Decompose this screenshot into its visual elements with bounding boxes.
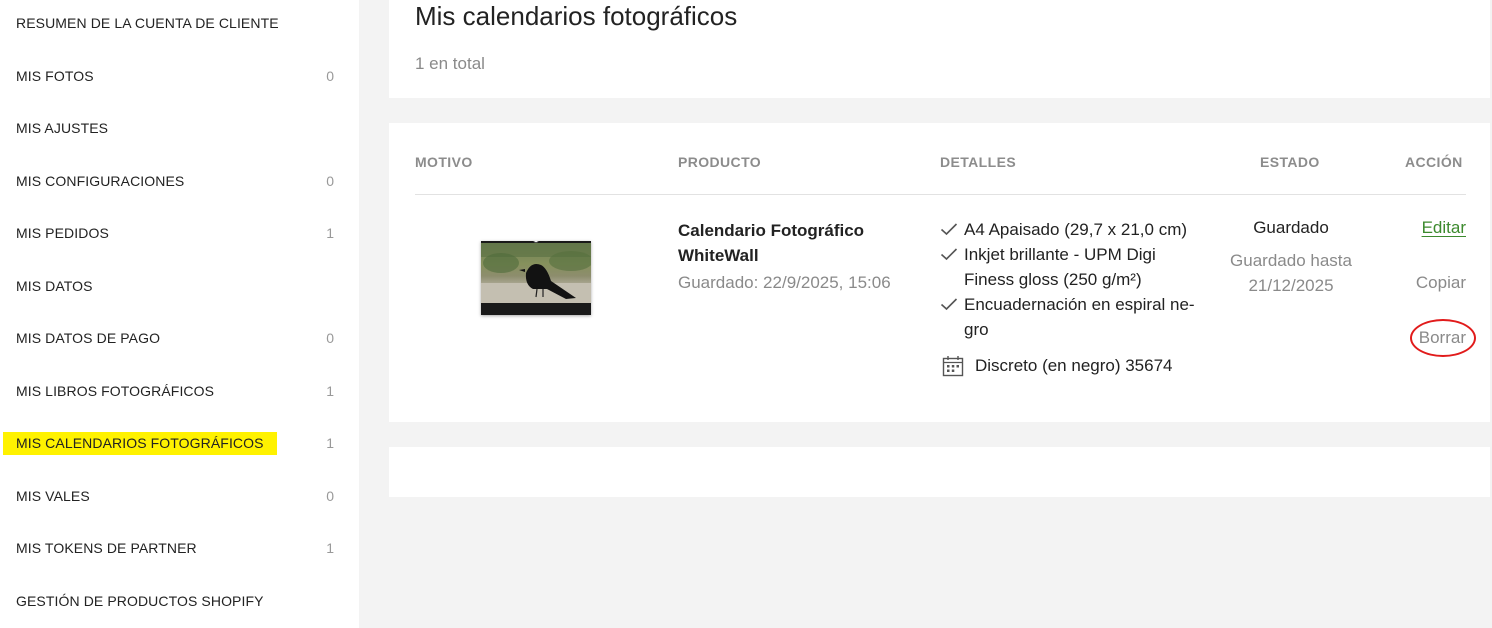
detail-item: Inkjet brillante - UPM Digi Finess gloss… [940, 242, 1210, 292]
sidebar-item-photo-books[interactable]: MIS LIBROS FOTOGRÁFICOS 1 [0, 365, 359, 417]
sidebar-item-partner-tokens[interactable]: MIS TOKENS DE PARTNER 1 [0, 522, 359, 574]
status-text: Guardado [1253, 218, 1329, 237]
sidebar-item-label: MIS CONFIGURACIONES [16, 173, 185, 189]
sidebar-item-count: 0 [326, 488, 334, 504]
sidebar-item-label: MIS LIBROS FOTOGRÁFICOS [16, 383, 215, 399]
detail-text: A4 Apaisado (29,7 x 21,0 cm) [964, 220, 1188, 239]
sidebar-item-shopify-products[interactable]: GESTIÓN DE PRODUCTOS SHOPIFY [0, 575, 359, 627]
column-header-estado: ESTADO [1260, 154, 1320, 170]
sidebar-item-count: 0 [326, 330, 334, 346]
sidebar-item-label: RESUMEN DE LA CUENTA DE CLIENTE [16, 15, 279, 31]
sidebar-item-payment-data[interactable]: MIS DATOS DE PAGO 0 [0, 312, 359, 364]
column-header-producto: PRODUCTO [678, 154, 762, 170]
sidebar-item-photos[interactable]: MIS FOTOS 0 [0, 50, 359, 102]
crow-photo [481, 243, 591, 303]
sidebar-item-count: 1 [326, 225, 334, 241]
pagination-card [389, 447, 1490, 497]
sidebar-item-count: 1 [326, 540, 334, 556]
column-header-accion: ACCIÓN [1405, 154, 1463, 170]
column-header-motivo: MOTIVO [415, 154, 473, 170]
detail-item: Encuadernación en espiral ne-gro [940, 292, 1210, 342]
sidebar-item-label: MIS PEDIDOS [16, 225, 109, 241]
sidebar-item-settings[interactable]: MIS AJUSTES [0, 102, 359, 154]
sidebar-item-label: MIS VALES [16, 488, 90, 504]
product-details: A4 Apaisado (29,7 x 21,0 cm) Inkjet bril… [940, 217, 1210, 377]
header-divider [415, 194, 1466, 195]
sidebar-item-label: MIS DATOS DE PAGO [16, 330, 161, 346]
sidebar-item-vouchers[interactable]: MIS VALES 0 [0, 470, 359, 522]
calendar-thumbnail[interactable] [481, 241, 591, 315]
page-header: Mis calendarios fotográficos 1 en total [389, 0, 1490, 98]
calendars-table: MOTIVO PRODUCTO DETALLES ESTADO ACCIÓN C… [389, 123, 1490, 422]
column-header-detalles: DETALLES [940, 154, 1017, 170]
calendar-icon [942, 356, 964, 377]
detail-item: A4 Apaisado (29,7 x 21,0 cm) [940, 217, 1210, 242]
detail-text: Inkjet brillante - UPM Digi Finess gloss… [964, 245, 1156, 289]
sidebar-item-count: 1 [326, 435, 334, 451]
sidebar-item-account-overview[interactable]: RESUMEN DE LA CUENTA DE CLIENTE [0, 0, 359, 49]
page-title: Mis calendarios fotográficos [415, 1, 738, 31]
sidebar-item-count: 0 [326, 173, 334, 189]
detail-text: Encuadernación en espiral ne-gro [964, 295, 1195, 339]
check-icon [940, 248, 958, 261]
sidebar-item-configurations[interactable]: MIS CONFIGURACIONES 0 [0, 155, 359, 207]
sidebar-item-label: GESTIÓN DE PRODUCTOS SHOPIFY [16, 593, 264, 609]
sidebar-item-label: MIS DATOS [16, 278, 93, 294]
edit-link[interactable]: Editar [1422, 218, 1466, 238]
total-count: 1 en total [415, 54, 485, 73]
sidebar-item-label: MIS CALENDARIOS FOTOGRÁFICOS [3, 431, 277, 455]
calendar-design-detail: Discreto (en negro) 35674 [940, 354, 1173, 378]
check-icon [940, 223, 958, 236]
sidebar-item-count: 0 [326, 68, 334, 84]
sidebar-item-label: MIS FOTOS [16, 68, 94, 84]
status-expiry: Guardado hasta 21/12/2025 [1230, 251, 1352, 295]
product-name: Calendario Fotográfico WhiteWall [678, 221, 865, 265]
delete-highlight-annotation [1410, 319, 1476, 357]
saved-timestamp: Guardado: 22/9/2025, 15:06 [678, 273, 891, 292]
sidebar-item-label: MIS TOKENS DE PARTNER [16, 540, 197, 556]
calendar-design-text: Discreto (en negro) 35674 [975, 356, 1173, 375]
sidebar-item-photo-calendars[interactable]: MIS CALENDARIOS FOTOGRÁFICOS 1 [0, 417, 359, 469]
account-sidebar: RESUMEN DE LA CUENTA DE CLIENTE MIS FOTO… [0, 0, 359, 628]
sidebar-item-orders[interactable]: MIS PEDIDOS 1 [0, 207, 359, 259]
sidebar-item-count: 1 [326, 383, 334, 399]
sidebar-item-label: MIS AJUSTES [16, 120, 109, 136]
check-icon [940, 298, 958, 311]
copy-link[interactable]: Copiar [1416, 273, 1466, 293]
sidebar-item-my-data[interactable]: MIS DATOS [0, 260, 359, 312]
